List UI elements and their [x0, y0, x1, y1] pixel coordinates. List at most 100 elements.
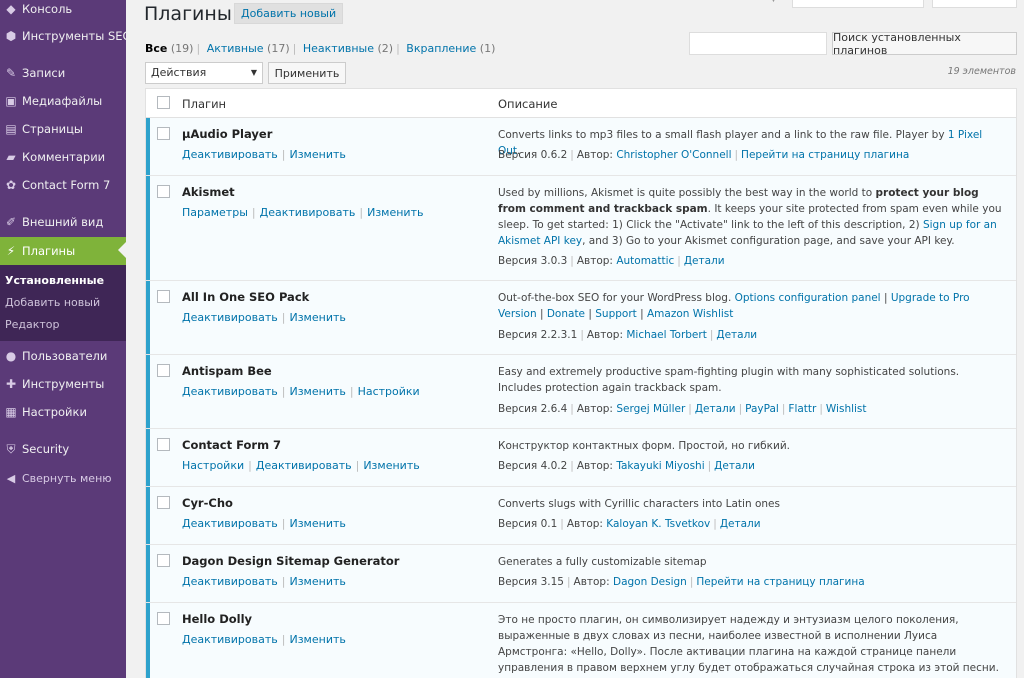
- plugin-page-link[interactable]: Перейти на страницу плагина: [741, 149, 909, 161]
- plugin-meta: Версия 0.6.2 | Автор: Christopher O'Connel…: [498, 149, 910, 161]
- active-indicator: [146, 487, 150, 544]
- details-link[interactable]: Детали: [695, 403, 736, 415]
- edit-link[interactable]: Изменить: [289, 385, 345, 398]
- menu-tools[interactable]: ✚ Инструменты: [0, 371, 126, 397]
- plugin-name: Hello Dolly: [182, 612, 253, 626]
- flattr-link[interactable]: Flattr: [788, 403, 816, 415]
- author-link[interactable]: Christopher O'Connell: [616, 149, 731, 161]
- settings-link[interactable]: Настройки: [182, 459, 244, 472]
- menu-media[interactable]: ▣ Медиафайлы: [0, 88, 126, 114]
- author-link[interactable]: Kaloyan K. Tsvetkov: [606, 518, 710, 530]
- submenu-editor[interactable]: Редактор: [5, 318, 60, 331]
- deactivate-link[interactable]: Деактивировать: [182, 385, 278, 398]
- active-indicator: [146, 603, 150, 678]
- menu-contact-form-7[interactable]: ✿ Contact Form 7: [0, 172, 126, 198]
- row-checkbox[interactable]: [157, 612, 170, 625]
- row-checkbox[interactable]: [157, 496, 170, 509]
- wishlist-link[interactable]: Wishlist: [826, 403, 867, 415]
- deactivate-link[interactable]: Деактивировать: [182, 311, 278, 324]
- menu-comments[interactable]: ▰ Комментарии: [0, 144, 126, 170]
- table-row: Cyr-Cho Деактивировать | Изменить Converts…: [146, 487, 1016, 545]
- menu-seo-tools[interactable]: ⬢ Инструменты SEO: [0, 23, 126, 49]
- filter-active[interactable]: Активные: [207, 42, 264, 55]
- select-all-checkbox[interactable]: [157, 96, 170, 109]
- chevron-down-icon: ▼: [770, 0, 777, 4]
- deactivate-link[interactable]: Деактивировать: [182, 517, 278, 530]
- apply-button[interactable]: Применить: [268, 62, 346, 84]
- desc-link[interactable]: Support: [595, 308, 637, 320]
- help-tab[interactable]: [932, 0, 1017, 8]
- desc-link[interactable]: Amazon Wishlist: [647, 308, 733, 320]
- bulk-actions-select[interactable]: Действия ▼: [145, 62, 263, 84]
- edit-link[interactable]: Изменить: [289, 633, 345, 646]
- plugin-name: Contact Form 7: [182, 438, 282, 452]
- menu-plugins[interactable]: ⚡ Плагины: [0, 237, 126, 265]
- plugin-description: Easy and extremely productive spam-fight…: [498, 366, 960, 394]
- edit-link[interactable]: Изменить: [289, 148, 345, 161]
- author-link[interactable]: Takayuki Miyoshi: [616, 460, 704, 472]
- menu-settings[interactable]: ▦ Настройки: [0, 399, 126, 425]
- plugin-actions: Деактивировать | Изменить: [182, 148, 346, 161]
- row-checkbox[interactable]: [157, 185, 170, 198]
- filter-inactive[interactable]: Неактивные: [303, 42, 374, 55]
- menu-label: Contact Form 7: [22, 178, 111, 192]
- deactivate-link[interactable]: Деактивировать: [182, 633, 278, 646]
- menu-pages[interactable]: ▤ Страницы: [0, 116, 126, 142]
- screen-options-tab[interactable]: [792, 0, 924, 8]
- plugin-page-link[interactable]: Перейти на страницу плагина: [696, 576, 864, 588]
- author-link[interactable]: Automattic: [616, 255, 674, 267]
- settings-link[interactable]: Настройки: [358, 385, 420, 398]
- row-checkbox[interactable]: [157, 554, 170, 567]
- menu-appearance[interactable]: ✐ Внешний вид: [0, 209, 126, 235]
- author-link[interactable]: Sergej Müller: [616, 403, 685, 415]
- edit-link[interactable]: Изменить: [363, 459, 419, 472]
- submenu-installed[interactable]: Установленные: [5, 274, 104, 287]
- column-description: Описание: [498, 97, 558, 111]
- menu-label: Инструменты SEO: [22, 29, 126, 43]
- edit-link[interactable]: Изменить: [367, 206, 423, 219]
- plugin-actions: Настройки | Деактивировать | Изменить: [182, 459, 420, 472]
- row-checkbox[interactable]: [157, 438, 170, 451]
- menu-users[interactable]: ● Пользователи: [0, 343, 126, 369]
- deactivate-link[interactable]: Деактивировать: [256, 459, 352, 472]
- plugin-description: Это не просто плагин, он символизирует н…: [498, 614, 999, 674]
- table-header: Плагин Описание: [146, 89, 1016, 118]
- edit-link[interactable]: Изменить: [289, 575, 345, 588]
- row-checkbox[interactable]: [157, 364, 170, 377]
- menu-console[interactable]: ◆ Консоль: [0, 0, 126, 22]
- row-checkbox[interactable]: [157, 127, 170, 140]
- contact-form-icon: ✿: [5, 178, 17, 192]
- deactivate-link[interactable]: Деактивировать: [182, 575, 278, 588]
- submenu-add-new[interactable]: Добавить новый: [5, 296, 100, 309]
- items-count: 19 элементов: [947, 66, 1016, 77]
- row-checkbox[interactable]: [157, 290, 170, 303]
- edit-link[interactable]: Изменить: [289, 517, 345, 530]
- author-link[interactable]: Michael Torbert: [626, 329, 706, 341]
- page-title: Плагины: [144, 3, 232, 25]
- details-link[interactable]: Детали: [720, 518, 761, 530]
- filter-dropins[interactable]: Вкрапление: [406, 42, 476, 55]
- table-row: µAudio Player Деактивировать | Изменить Co…: [146, 118, 1016, 176]
- plugin-status-filters: Все (19) | Активные (17) | Неактивные (2) |…: [145, 42, 496, 55]
- plugin-search-input[interactable]: [689, 32, 827, 55]
- seo-icon: ⬢: [5, 29, 17, 43]
- author-link[interactable]: Dagon Design: [613, 576, 687, 588]
- collapse-menu[interactable]: ◀ Свернуть меню: [0, 468, 112, 488]
- deactivate-link[interactable]: Деактивировать: [182, 148, 278, 161]
- menu-security[interactable]: ⛨ Security: [0, 436, 126, 462]
- details-link[interactable]: Детали: [716, 329, 757, 341]
- bulk-actions-value: Действия: [151, 66, 207, 79]
- settings-link[interactable]: Параметры: [182, 206, 248, 219]
- details-link[interactable]: Детали: [684, 255, 725, 267]
- plugin-actions: Деактивировать | Изменить: [182, 633, 346, 646]
- desc-link[interactable]: Donate: [547, 308, 585, 320]
- desc-link[interactable]: Options configuration panel: [735, 292, 881, 304]
- search-plugins-button[interactable]: Поиск установленных плагинов: [832, 31, 1017, 57]
- deactivate-link[interactable]: Деактивировать: [260, 206, 356, 219]
- add-new-button[interactable]: Добавить новый: [234, 3, 344, 24]
- details-link[interactable]: Детали: [714, 460, 755, 472]
- paypal-link[interactable]: PayPal: [745, 403, 779, 415]
- filter-all[interactable]: Все: [145, 42, 167, 55]
- edit-link[interactable]: Изменить: [289, 311, 345, 324]
- menu-posts[interactable]: ✎ Записи: [0, 60, 126, 86]
